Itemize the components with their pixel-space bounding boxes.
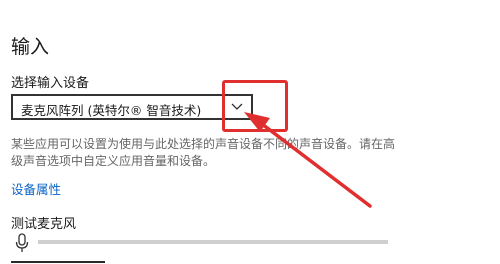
section-title: 输入 [11, 36, 50, 58]
microphone-icon [14, 233, 30, 253]
device-properties-link[interactable]: 设备属性 [11, 179, 61, 198]
select-input-device-label: 选择输入设备 [11, 76, 90, 91]
microphone-level-meter [38, 240, 388, 244]
divider [11, 261, 105, 263]
input-device-value: 麦克风阵列 (英特尔® 智音技术) [21, 103, 202, 118]
description-text: 某些应用可以设置为使用与此处选择的声音设备不同的声音设备。请在高级声音选项中自定… [11, 137, 396, 168]
test-microphone-label: 测试麦克风 [11, 217, 77, 232]
input-device-dropdown[interactable]: 麦克风阵列 (英特尔® 智音技术) [11, 94, 253, 120]
annotation-highlight-box [222, 80, 288, 132]
